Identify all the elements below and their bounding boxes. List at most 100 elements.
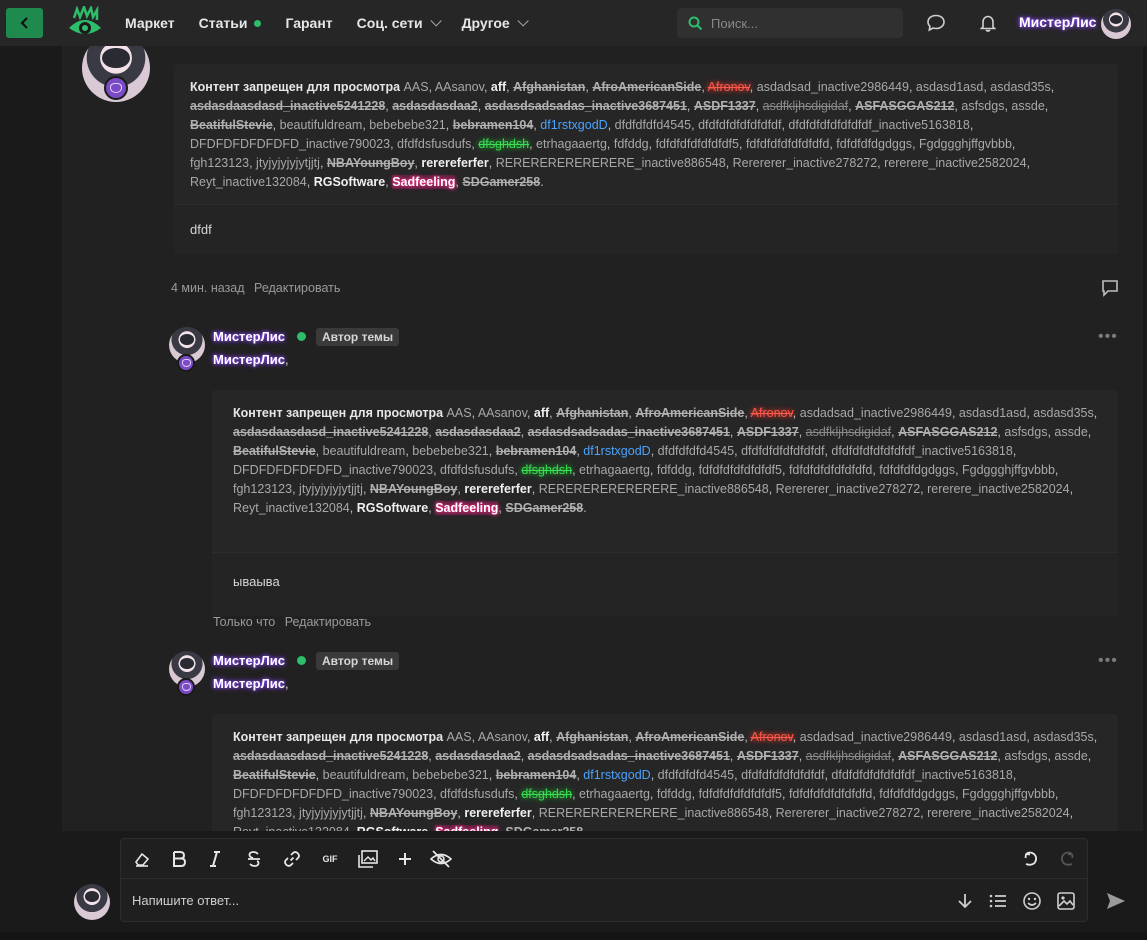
user-link[interactable]: assde (1054, 425, 1087, 439)
user-link[interactable]: Fgdggghjffgvbbb (919, 137, 1012, 151)
user-link[interactable]: asdasdaasdasd_inactive5241228 (233, 749, 428, 763)
more-options-button[interactable] (394, 849, 416, 869)
user-link[interactable]: asdasdsadsadas_inactive3687451 (485, 99, 687, 113)
user-link[interactable]: asdasdaasdasd_inactive5241228 (190, 99, 385, 113)
user-link[interactable]: Afronov (708, 80, 750, 94)
user-link[interactable]: BeatifulStevie (233, 768, 316, 782)
post-time[interactable]: 4 мин. назад (171, 281, 245, 295)
user-link[interactable]: jtyjyjyjyjytjjtj (299, 482, 363, 496)
user-link[interactable]: aff (534, 406, 549, 420)
user-link[interactable]: dfdfdsfusdufs (397, 137, 471, 151)
user-link[interactable]: DFDFDFDFDFDFD_inactive790023 (233, 463, 433, 477)
edit-link[interactable]: Редактировать (285, 615, 371, 629)
nav-other[interactable]: Другое (462, 15, 529, 31)
user-link[interactable]: SDGamer258 (505, 501, 583, 515)
user-link[interactable]: fdfdfdfdfdfdfdf5 (699, 463, 782, 477)
user-link[interactable]: RERERERERERERERE_inactive886548 (539, 806, 769, 820)
user-link[interactable]: beautifuldream (323, 444, 406, 458)
user-link[interactable]: dfdfdfdfdfdfdfdf (698, 118, 781, 132)
user-link[interactable]: asdasd1asd (959, 406, 1026, 420)
search-input[interactable]: Поиск... (711, 16, 758, 31)
user-link[interactable]: Reyt_inactive132084 (190, 175, 307, 189)
user-link[interactable]: asdasd1asd (959, 730, 1026, 744)
user-link[interactable]: df1rstxgodD (540, 118, 607, 132)
user-link[interactable]: AAsanov (478, 406, 527, 420)
user-link[interactable]: NBAYoungBoy (370, 482, 458, 496)
emoji-icon[interactable] (1022, 891, 1042, 911)
user-link[interactable]: fgh123123 (233, 482, 292, 496)
nav-articles[interactable]: Статьи (199, 15, 262, 31)
italic-button[interactable] (204, 849, 226, 869)
nav-market[interactable]: Маркет (125, 15, 175, 31)
bold-button[interactable] (168, 849, 190, 869)
user-link[interactable]: ASDF1337 (694, 99, 756, 113)
strikethrough-button[interactable] (243, 849, 265, 869)
user-link[interactable]: asdasdsadsadas_inactive3687451 (528, 425, 730, 439)
user-link[interactable]: fgh123123 (190, 156, 249, 170)
user-link[interactable]: asdfkljhsdigidaf (806, 425, 891, 439)
user-link[interactable]: fgh123123 (233, 806, 292, 820)
mention-link[interactable]: МистерЛис (213, 352, 285, 367)
user-link[interactable]: ASDF1337 (737, 749, 799, 763)
user-link[interactable]: Afghanistan (513, 80, 585, 94)
user-link[interactable]: assde (1011, 99, 1044, 113)
user-link[interactable]: Afronov (751, 730, 793, 744)
user-link[interactable]: AfroAmericanSide (635, 406, 744, 420)
mention-link[interactable]: МистерЛис (213, 676, 285, 691)
search-box[interactable]: Поиск... (677, 8, 903, 38)
edit-link[interactable]: Редактировать (254, 281, 340, 295)
user-link[interactable]: bebramen104 (496, 768, 577, 782)
user-link[interactable]: df1rstxgodD (583, 768, 650, 782)
user-link[interactable]: fdfdfdfdfdfdfdfd (789, 787, 872, 801)
user-link[interactable]: dfdfdfdfdfdfdfdf_inactive5163818 (831, 768, 1012, 782)
user-link[interactable]: dfdfdfdfdfdfdfdf (741, 768, 824, 782)
user-link[interactable]: asdasdaasdasd_inactive5241228 (233, 425, 428, 439)
user-link[interactable]: dfsghdsh (521, 787, 572, 801)
user-link[interactable]: bebebebe321 (412, 444, 488, 458)
user-link[interactable]: bebebebe321 (369, 118, 445, 132)
user-link[interactable]: fdfdfdfdgdggs (836, 137, 912, 151)
user-link[interactable]: ASDF1337 (737, 425, 799, 439)
user-link[interactable]: Fgdggghjffgvbbb (962, 463, 1055, 477)
user-link[interactable]: dfdfdsfusdufs (440, 463, 514, 477)
user-link[interactable]: asdasd35s (1033, 406, 1093, 420)
list-icon[interactable] (988, 891, 1008, 911)
user-link[interactable]: bebebebe321 (412, 768, 488, 782)
user-link[interactable]: rererere_inactive2582024 (927, 806, 1069, 820)
user-link[interactable]: RERERERERERERERE_inactive886548 (539, 482, 769, 496)
user-link[interactable]: bebramen104 (496, 444, 577, 458)
conversations-button[interactable] (924, 11, 948, 35)
clear-format-button[interactable] (131, 849, 153, 869)
user-link[interactable]: fdfdfdfdgdggs (879, 787, 955, 801)
user-link[interactable]: fdfdfdfdfdfdfdf5 (656, 137, 739, 151)
user-link[interactable]: bebramen104 (453, 118, 534, 132)
user-link[interactable]: beautifuldream (280, 118, 363, 132)
image-icon[interactable] (1056, 891, 1076, 911)
user-link[interactable]: dfdfdfdfd4545 (658, 768, 734, 782)
post-more-menu[interactable]: ••• (1098, 652, 1118, 670)
user-link[interactable]: DFDFDFDFDFDFD_inactive790023 (190, 137, 390, 151)
notifications-button[interactable] (976, 11, 1000, 35)
user-link[interactable]: NBAYoungBoy (370, 806, 458, 820)
user-link[interactable]: assde (1054, 749, 1087, 763)
post-more-menu[interactable]: ••• (1098, 328, 1118, 346)
user-link[interactable]: Fgdggghjffgvbbb (962, 787, 1055, 801)
user-link[interactable]: AAsanov (435, 80, 484, 94)
user-link[interactable]: asdadsad_inactive2986449 (757, 80, 909, 94)
user-link[interactable]: BeatifulStevie (190, 118, 273, 132)
user-link[interactable]: asdadsad_inactive2986449 (800, 406, 952, 420)
user-link[interactable]: asdasd35s (1033, 730, 1093, 744)
user-link[interactable]: Rerererer_inactive278272 (776, 806, 921, 820)
post-author-name[interactable]: МистерЛис (213, 329, 285, 344)
user-link[interactable]: dfsghdsh (521, 463, 572, 477)
user-link[interactable]: asdasdasdaa2 (392, 99, 477, 113)
post-author-name[interactable]: МистерЛис (213, 653, 285, 668)
user-link[interactable]: Sadfeeling (435, 825, 499, 831)
user-link[interactable]: AAsanov (478, 730, 527, 744)
user-link[interactable]: fdfdfdfdgdggs (879, 463, 955, 477)
user-link[interactable]: dfdfdfdfdfdfdfdf (741, 444, 824, 458)
user-link[interactable]: DFDFDFDFDFDFD_inactive790023 (233, 787, 433, 801)
user-link[interactable]: fdfddg (657, 463, 692, 477)
nav-guarantor[interactable]: Гарант (285, 15, 332, 31)
user-link[interactable]: fdfddg (657, 787, 692, 801)
